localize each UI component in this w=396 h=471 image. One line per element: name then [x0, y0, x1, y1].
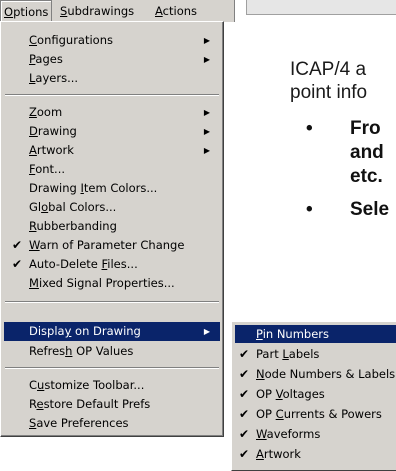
menu-item-drawing[interactable]: Drawing ▶ — [4, 122, 220, 141]
document-line: point info — [290, 82, 368, 103]
menu-item-artwork[interactable]: Artwork ▶ — [4, 141, 220, 160]
menu-options[interactable]: Options — [0, 0, 53, 23]
document-bullet-text: and — [350, 142, 384, 163]
document-bullet-text: Fro — [350, 118, 381, 139]
checkmark-icon: ✔ — [239, 347, 250, 361]
menu-item-warn-parameter-change[interactable]: ✔ Warn of Parameter Change — [4, 236, 220, 255]
submenu-item-part-labels[interactable]: ✔ Part Labels — [235, 345, 396, 363]
submenu-arrow-icon: ▶ — [203, 108, 210, 117]
document-bullet-text: etc. — [350, 166, 383, 187]
menu-item-font[interactable]: Font... — [4, 160, 220, 179]
submenu-arrow-icon: ▶ — [203, 127, 210, 136]
checkmark-icon: ✔ — [239, 407, 250, 421]
menu-item-refresh-op-values[interactable]: Refresh OP Values — [4, 342, 220, 361]
checkmark-icon: ✔ — [239, 367, 250, 381]
checkmark-icon: ✔ — [12, 238, 23, 252]
document-bullet: • Sele — [306, 198, 389, 222]
submenu-arrow-icon: ▶ — [203, 146, 210, 155]
checkmark-icon: ✔ — [12, 257, 23, 271]
document-line: ICAP/4 a — [290, 59, 367, 80]
options-menu: Configurations ▶ Pages ▶ Layers... Zoom … — [0, 21, 224, 437]
submenu-arrow-icon: ▶ — [203, 55, 210, 64]
menu-item-customize-toolbar[interactable]: Customize Toolbar... — [4, 376, 220, 395]
menu-item-global-colors[interactable]: Global Colors... — [4, 198, 220, 217]
display-on-drawing-submenu: Pin Numbers ✔ Part Labels ✔ Node Numbers… — [231, 321, 396, 471]
menu-item-auto-delete-files[interactable]: ✔ Auto-Delete Files... — [4, 255, 220, 274]
menu-subdrawings[interactable]: Subdrawings — [57, 0, 137, 22]
bullet-glyph: • — [306, 118, 313, 139]
submenu-item-node-numbers-labels[interactable]: ✔ Node Numbers & Labels — [235, 365, 396, 383]
submenu-item-artwork[interactable]: ✔ Artwork — [235, 445, 396, 463]
menu-separator — [5, 301, 219, 303]
menu-separator — [5, 94, 219, 96]
document-frame — [246, 0, 396, 15]
submenu-item-waveforms[interactable]: ✔ Waveforms — [235, 425, 396, 443]
menu-item-rubberbanding[interactable]: Rubberbanding — [4, 217, 220, 236]
submenu-item-op-voltages[interactable]: ✔ OP Voltages — [235, 385, 396, 403]
menu-actions[interactable]: Actions — [152, 0, 200, 22]
menu-item-restore-default-prefs[interactable]: Restore Default Prefs — [4, 395, 220, 414]
bullet-glyph: • — [306, 199, 313, 220]
menu-item-layers[interactable]: Layers... — [4, 69, 220, 88]
menu-item-zoom[interactable]: Zoom ▶ — [4, 103, 220, 122]
document-paragraph: ICAP/4 a point info — [290, 58, 367, 104]
menu-item-pages[interactable]: Pages ▶ — [4, 50, 220, 69]
menu-item-mixed-signal-properties[interactable]: Mixed Signal Properties... — [4, 274, 220, 293]
menu-item-drawing-item-colors[interactable]: Drawing Item Colors... — [4, 179, 220, 198]
checkmark-icon: ✔ — [239, 447, 250, 461]
menu-separator — [5, 367, 219, 369]
submenu-arrow-icon: ▶ — [203, 327, 210, 336]
menu-item-save-preferences[interactable]: Save Preferences — [4, 414, 220, 433]
document-bullet: • Fro and etc. — [306, 117, 384, 189]
menu-item-configurations[interactable]: Configurations ▶ — [4, 31, 220, 50]
checkmark-icon: ✔ — [239, 427, 250, 441]
submenu-item-pin-numbers[interactable]: Pin Numbers — [235, 325, 396, 343]
document-bullet-text: Sele — [350, 199, 390, 220]
menu-item-display-on-drawing[interactable]: Display on Drawing ▶ — [4, 322, 220, 341]
submenu-item-op-currents-powers[interactable]: ✔ OP Currents & Powers — [235, 405, 396, 423]
checkmark-icon: ✔ — [239, 387, 250, 401]
submenu-arrow-icon: ▶ — [203, 36, 210, 45]
menubar: Options Subdrawings Actions — [0, 0, 235, 23]
